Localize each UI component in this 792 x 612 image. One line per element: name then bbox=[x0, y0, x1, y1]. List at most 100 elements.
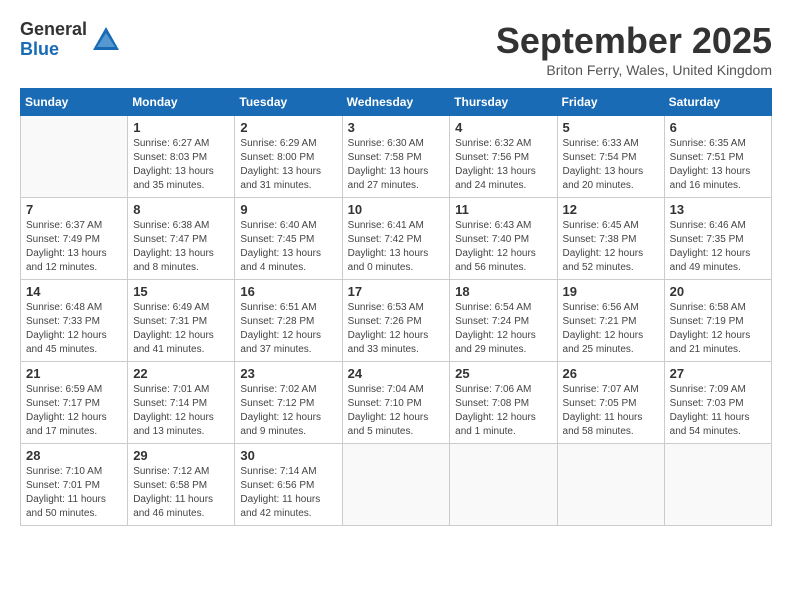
calendar-cell bbox=[21, 116, 128, 198]
week-row-2: 7 Sunrise: 6:37 AM Sunset: 7:49 PM Daylig… bbox=[21, 198, 772, 280]
day-number: 20 bbox=[670, 284, 766, 299]
calendar-cell: 3Sunrise: 6:30 AM Sunset: 7:58 PM Daylig… bbox=[342, 116, 450, 198]
week-row-1: 1 Sunrise: 6:27 AM Sunset: 8:03 PM Daylig… bbox=[21, 116, 772, 198]
column-header-monday: Monday bbox=[128, 89, 235, 116]
day-number: 25 bbox=[455, 366, 551, 381]
calendar-cell: 21 Sunrise: 6:59 AM Sunset: 7:17 PM Dayli… bbox=[21, 362, 128, 444]
day-number: 2 bbox=[240, 120, 336, 135]
cell-info: Sunrise: 6:32 AM Sunset: 7:56 PM Dayligh… bbox=[455, 137, 551, 193]
page-header: General Blue September 2025 Briton Ferry… bbox=[20, 20, 772, 78]
day-number: 17 bbox=[348, 284, 445, 299]
cell-info: Sunrise: 6:35 AM Sunset: 7:51 PM Dayligh… bbox=[670, 137, 766, 193]
cell-info: Sunrise: 6:45 AM Sunset: 7:38 PM Dayligh… bbox=[563, 219, 659, 275]
column-header-wednesday: Wednesday bbox=[342, 89, 450, 116]
column-header-friday: Friday bbox=[557, 89, 664, 116]
calendar-cell: 7 Sunrise: 6:37 AM Sunset: 7:49 PM Daylig… bbox=[21, 198, 128, 280]
day-number: 8 bbox=[133, 202, 229, 217]
calendar-cell: 13 Sunrise: 6:46 AM Sunset: 7:35 PM Dayli… bbox=[664, 198, 771, 280]
cell-info: Sunrise: 7:12 AM Sunset: 6:58 PM Dayligh… bbox=[133, 465, 229, 521]
cell-info: Sunrise: 7:02 AM Sunset: 7:12 PM Dayligh… bbox=[240, 383, 336, 439]
calendar-cell bbox=[450, 444, 557, 526]
cell-info: Sunrise: 7:09 AM Sunset: 7:03 PM Dayligh… bbox=[670, 383, 766, 439]
calendar-cell: 10Sunrise: 6:41 AM Sunset: 7:42 PM Dayli… bbox=[342, 198, 450, 280]
cell-info: Sunrise: 6:53 AM Sunset: 7:26 PM Dayligh… bbox=[348, 301, 445, 357]
calendar-cell: 1 Sunrise: 6:27 AM Sunset: 8:03 PM Daylig… bbox=[128, 116, 235, 198]
cell-info: Sunrise: 6:48 AM Sunset: 7:33 PM Dayligh… bbox=[26, 301, 122, 357]
week-row-4: 21 Sunrise: 6:59 AM Sunset: 7:17 PM Dayli… bbox=[21, 362, 772, 444]
cell-info: Sunrise: 6:37 AM Sunset: 7:49 PM Dayligh… bbox=[26, 219, 122, 275]
calendar-cell bbox=[342, 444, 450, 526]
week-row-5: 28 Sunrise: 7:10 AM Sunset: 7:01 PM Dayli… bbox=[21, 444, 772, 526]
day-number: 28 bbox=[26, 448, 122, 463]
calendar-cell: 8 Sunrise: 6:38 AM Sunset: 7:47 PM Daylig… bbox=[128, 198, 235, 280]
location: Briton Ferry, Wales, United Kingdom bbox=[496, 62, 772, 78]
cell-info: Sunrise: 6:38 AM Sunset: 7:47 PM Dayligh… bbox=[133, 219, 229, 275]
cell-info: Sunrise: 6:56 AM Sunset: 7:21 PM Dayligh… bbox=[563, 301, 659, 357]
cell-info: Sunrise: 6:40 AM Sunset: 7:45 PM Dayligh… bbox=[240, 219, 336, 275]
calendar-cell: 6 Sunrise: 6:35 AM Sunset: 7:51 PM Daylig… bbox=[664, 116, 771, 198]
calendar-cell: 14Sunrise: 6:48 AM Sunset: 7:33 PM Dayli… bbox=[21, 280, 128, 362]
calendar-cell: 20Sunrise: 6:58 AM Sunset: 7:19 PM Dayli… bbox=[664, 280, 771, 362]
calendar-cell: 17 Sunrise: 6:53 AM Sunset: 7:26 PM Dayli… bbox=[342, 280, 450, 362]
calendar-cell bbox=[664, 444, 771, 526]
day-number: 1 bbox=[133, 120, 229, 135]
day-number: 24 bbox=[348, 366, 445, 381]
cell-info: Sunrise: 6:46 AM Sunset: 7:35 PM Dayligh… bbox=[670, 219, 766, 275]
day-number: 21 bbox=[26, 366, 122, 381]
calendar-cell: 15 Sunrise: 6:49 AM Sunset: 7:31 PM Dayli… bbox=[128, 280, 235, 362]
cell-info: Sunrise: 7:10 AM Sunset: 7:01 PM Dayligh… bbox=[26, 465, 122, 521]
calendar-cell: 23 Sunrise: 7:02 AM Sunset: 7:12 PM Dayli… bbox=[235, 362, 342, 444]
calendar-header-row: SundayMondayTuesdayWednesdayThursdayFrid… bbox=[21, 89, 772, 116]
day-number: 30 bbox=[240, 448, 336, 463]
cell-info: Sunrise: 6:30 AM Sunset: 7:58 PM Dayligh… bbox=[348, 137, 445, 193]
day-number: 18 bbox=[455, 284, 551, 299]
day-number: 29 bbox=[133, 448, 229, 463]
calendar-cell: 11Sunrise: 6:43 AM Sunset: 7:40 PM Dayli… bbox=[450, 198, 557, 280]
logo-general: General bbox=[20, 20, 87, 40]
day-number: 16 bbox=[240, 284, 336, 299]
day-number: 9 bbox=[240, 202, 336, 217]
calendar-table: SundayMondayTuesdayWednesdayThursdayFrid… bbox=[20, 88, 772, 526]
week-row-3: 14Sunrise: 6:48 AM Sunset: 7:33 PM Dayli… bbox=[21, 280, 772, 362]
cell-info: Sunrise: 6:54 AM Sunset: 7:24 PM Dayligh… bbox=[455, 301, 551, 357]
logo-blue: Blue bbox=[20, 40, 87, 60]
calendar-cell: 12 Sunrise: 6:45 AM Sunset: 7:38 PM Dayli… bbox=[557, 198, 664, 280]
month-title: September 2025 bbox=[496, 20, 772, 62]
cell-info: Sunrise: 6:29 AM Sunset: 8:00 PM Dayligh… bbox=[240, 137, 336, 193]
column-header-sunday: Sunday bbox=[21, 89, 128, 116]
calendar-cell: 2 Sunrise: 6:29 AM Sunset: 8:00 PM Daylig… bbox=[235, 116, 342, 198]
cell-info: Sunrise: 6:51 AM Sunset: 7:28 PM Dayligh… bbox=[240, 301, 336, 357]
calendar-cell: 9 Sunrise: 6:40 AM Sunset: 7:45 PM Daylig… bbox=[235, 198, 342, 280]
day-number: 5 bbox=[563, 120, 659, 135]
column-header-thursday: Thursday bbox=[450, 89, 557, 116]
day-number: 6 bbox=[670, 120, 766, 135]
cell-info: Sunrise: 7:06 AM Sunset: 7:08 PM Dayligh… bbox=[455, 383, 551, 439]
day-number: 26 bbox=[563, 366, 659, 381]
calendar-cell: 5 Sunrise: 6:33 AM Sunset: 7:54 PM Daylig… bbox=[557, 116, 664, 198]
logo-icon bbox=[91, 25, 121, 55]
cell-info: Sunrise: 6:27 AM Sunset: 8:03 PM Dayligh… bbox=[133, 137, 229, 193]
day-number: 12 bbox=[563, 202, 659, 217]
calendar-cell: 29 Sunrise: 7:12 AM Sunset: 6:58 PM Dayli… bbox=[128, 444, 235, 526]
cell-info: Sunrise: 7:14 AM Sunset: 6:56 PM Dayligh… bbox=[240, 465, 336, 521]
calendar-cell: 16 Sunrise: 6:51 AM Sunset: 7:28 PM Dayli… bbox=[235, 280, 342, 362]
day-number: 15 bbox=[133, 284, 229, 299]
cell-info: Sunrise: 6:49 AM Sunset: 7:31 PM Dayligh… bbox=[133, 301, 229, 357]
day-number: 23 bbox=[240, 366, 336, 381]
title-section: September 2025 Briton Ferry, Wales, Unit… bbox=[496, 20, 772, 78]
day-number: 22 bbox=[133, 366, 229, 381]
cell-info: Sunrise: 6:33 AM Sunset: 7:54 PM Dayligh… bbox=[563, 137, 659, 193]
day-number: 7 bbox=[26, 202, 122, 217]
day-number: 13 bbox=[670, 202, 766, 217]
cell-info: Sunrise: 6:59 AM Sunset: 7:17 PM Dayligh… bbox=[26, 383, 122, 439]
calendar-cell: 28 Sunrise: 7:10 AM Sunset: 7:01 PM Dayli… bbox=[21, 444, 128, 526]
calendar-cell: 19Sunrise: 6:56 AM Sunset: 7:21 PM Dayli… bbox=[557, 280, 664, 362]
calendar-cell: 22Sunrise: 7:01 AM Sunset: 7:14 PM Dayli… bbox=[128, 362, 235, 444]
logo: General Blue bbox=[20, 20, 121, 60]
calendar-cell: 24Sunrise: 7:04 AM Sunset: 7:10 PM Dayli… bbox=[342, 362, 450, 444]
day-number: 4 bbox=[455, 120, 551, 135]
calendar-cell: 30 Sunrise: 7:14 AM Sunset: 6:56 PM Dayli… bbox=[235, 444, 342, 526]
day-number: 11 bbox=[455, 202, 551, 217]
calendar-cell: 25 Sunrise: 7:06 AM Sunset: 7:08 PM Dayli… bbox=[450, 362, 557, 444]
day-number: 27 bbox=[670, 366, 766, 381]
